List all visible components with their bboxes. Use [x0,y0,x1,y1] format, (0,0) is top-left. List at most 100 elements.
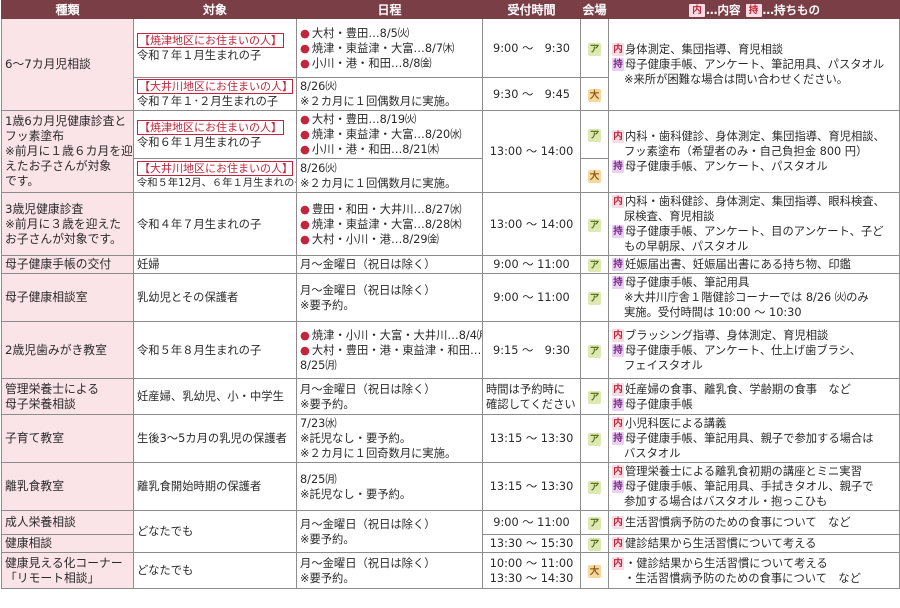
schedule-line-text: 小川・港・和田…8/21㈭ [311,143,439,156]
target-text: 令和７年１月生まれの子 [137,49,262,62]
target-text: 令和６年１月生まれの子 [137,135,262,149]
row-type-line-text: 6～7カ月児相談 [5,57,91,71]
row-type-line-text: えたお子さんが対象 [5,159,112,173]
content-text: 実施。受付時間は 10:00 ～ 10:30 [624,306,802,319]
content-line: 持妊娠届出書、妊娠届出書にある持ち物、印鑑 [612,257,896,272]
row-target: 妊産婦、乳幼児、小・中学生 [133,378,297,415]
content-text: ※来所が困難な場合は問い合わせください。 [624,73,849,86]
row-target: 妊婦 [133,255,297,274]
legend-belongings-text: …持ちもの [762,2,821,17]
schedule-line: ● 焼津・東益津・大富…8/7㈭ [300,41,479,56]
schedule-line: 8/25㈪ [300,358,479,373]
reception-line: 確認してください [486,397,577,412]
row-reception: 13:15 ～ 13:30 [482,414,581,463]
legend-content-key: 内 [688,3,705,17]
schedule-line: ● 豊田・和田・大井川…8/27㈬ [300,202,479,217]
row-schedule: 月～金曜日（祝日は除く） ※要予約。 [296,273,483,322]
row-type: 3歳児健康診査 ※前月に３歳を迎えた お子さんが対象です。 [1,192,134,256]
content-text: 母子健康手帳、アンケート、目のアンケート、子ど [625,225,884,238]
row-venue: ア [580,321,609,379]
row-venue: ア [580,462,609,511]
content-line: もの早朝尿、パスタオル [612,239,896,254]
content-line: 内ブラッシング指導、身体測定、育児相談 [612,328,896,343]
schedule-line: ● 大村・豊田…8/19㈫ [300,112,479,127]
schedule-line: ※要予約。 [300,571,479,586]
content-text: 内科・歯科健診、身体測定、集団指導、眼科検査、 [625,195,885,208]
content-text: 母子健康手帳、アンケート、仕上げ歯ブラシ、 [625,343,862,357]
content-line: 持母子健康手帳、アンケート、筆記用具、パスタオル [612,57,896,72]
row-type: 母子健康手帳の交付 [1,255,134,274]
row-venue: ア [580,414,609,463]
schedule-line-text: ※要予約。 [300,571,355,585]
schedule-line: 月～金曜日（祝日は除く） [300,517,479,532]
schedule-line-text: 焼津・小川・大富・大井川…8/4㈪ [311,328,483,342]
content-line: ※来所が困難な場合は問い合わせください。 [612,72,896,87]
legend-belongings-key: 持 [745,3,762,17]
schedule-line-text: 8/26㈫ [300,161,337,175]
schedule-line: ● 焼津・小川・大富・大井川…8/4㈪ [300,328,482,343]
schedule-line-text: ※託児なし・要予約。 [300,487,412,501]
schedule-line-text: ※要予約。 [300,532,355,546]
row-type-line: お子さんが対象です。 [5,232,130,247]
content-text: 身体測定、集団指導、育児相談 [625,43,784,56]
schedule-line: 月～金曜日（祝日は除く） [300,257,479,272]
venue-d-badge: 大 [588,88,601,102]
row-type: 2歳児歯みがき教室 [1,321,134,379]
content-text: 参加する場合はバスタオル・抱っこひも [624,495,828,508]
row-type-line: 離乳食教室 [5,479,130,494]
table-row: 6～7カ月児相談 【焼津地区にお住まいの人】 令和７年１月生まれの子 ● 大村・豊田…8… [1,18,900,111]
bullet-icon: ● [300,41,310,55]
content-line: 持母子健康手帳、アンケート、パスタオル [612,159,896,174]
row-type: 母子健康相談室 [1,273,134,322]
row-content: 持母子健康手帳、筆記用具 ※大井川庁舎１階健診コーナーでは 8/26 ㈫のみ 実施。… [608,273,900,322]
schedule-line-text: 月～金曜日（祝日は除く） [300,258,436,271]
schedule-line-text: ※２カ月に１回偶数月に実施。 [300,176,457,190]
header-target: 対象 [133,0,297,19]
row-type-line: 健康見える化コーナー [5,556,130,571]
bullet-icon: ● [300,143,310,156]
bullet-icon: ● [300,113,310,126]
content-text: 健診結果から生活習慣について考える [625,537,817,550]
row-type-line: 子育て教室 [5,431,130,446]
row-schedule: 8/25㈪ ※託児なし・要予約。 [296,462,483,511]
row-schedule: ● 大村・豊田…8/19㈫ ● 焼津・東益津・大富…8/20㈬ ● 小川・港・和田…8/2… [296,110,483,159]
reception-line-text: 13:30 ～ 14:30 [489,571,574,585]
row-type-line-text: 2歳児歯みがき教室 [5,342,107,357]
belongings-key-badge: 持 [612,258,624,271]
schedule-line: 8/25㈪ [300,472,479,487]
row-reception: 10:00 ～ 11:00 13:30 ～ 14:30 [482,552,581,589]
content-key-badge: 内 [612,130,624,143]
content-text: バスタオル [624,447,681,460]
row-target: 令和４年７月生まれの子 [133,192,297,256]
table-row: 母子健康相談室 乳幼児とその保護者 月～金曜日（祝日は除く） ※要予約。 9:00 ～ … [1,273,900,322]
content-key-badge: 内 [612,417,624,430]
row-content: 内内科・歯科健診、身体測定、集団指導、眼科検査、 尿検査、育児相談持母子健康手帳、… [608,192,900,256]
schedule-line: ※要予約。 [300,298,479,313]
row-target: 乳幼児とその保護者 [133,273,297,322]
bullet-icon: ● [300,232,310,246]
row-type-line-text: フッ素塗布 [5,129,64,143]
row-reception: 9:00 ～ 11:00 [482,255,581,274]
row-type: 健康見える化コーナー 「リモート相談」 [1,552,134,589]
content-key-badge: 内 [612,195,624,208]
row-reception: 13:15 ～ 13:30 [482,462,581,511]
row-type: 管理栄養士による 母子栄養相談 [1,378,134,415]
row-type-line-text: 管理栄養士による [5,381,100,396]
content-line: 持母子健康手帳、筆記用具、親子で参加する場合は [612,431,896,446]
schedule-line: ※要予約。 [300,397,479,412]
row-type: 子育て教室 [1,414,134,463]
content-key-badge: 内 [612,516,624,529]
schedule-line-text: 豊田・和田・大井川…8/27㈬ [311,202,462,216]
content-line: 内身体測定、集団指導、育児相談 [612,42,896,57]
row-venue: ア [580,192,609,256]
area-tag: 【大井川地区にお住まいの人】 [137,160,293,176]
row-venue: ア [580,110,609,159]
row-target: どなたでも [133,552,297,589]
schedule-line-text: 月～金曜日（祝日は除く） [300,556,436,570]
row-type-line: 母子健康手帳の交付 [5,257,130,272]
row-schedule: 7/23㈬ ※託児なし・要予約。 ※２カ月に１回奇数月に実施。 [296,414,483,463]
row-content: 持妊娠届出書、妊娠届出書にある持ち物、印鑑 [608,255,900,274]
checkup-schedule: { "headers":{"type":"種類","target":"対象","… [0,0,900,608]
schedule-line: ※２カ月に１回偶数月に実施。 [300,94,479,109]
reception-line-text: 10:00 ～ 11:00 [489,556,574,570]
